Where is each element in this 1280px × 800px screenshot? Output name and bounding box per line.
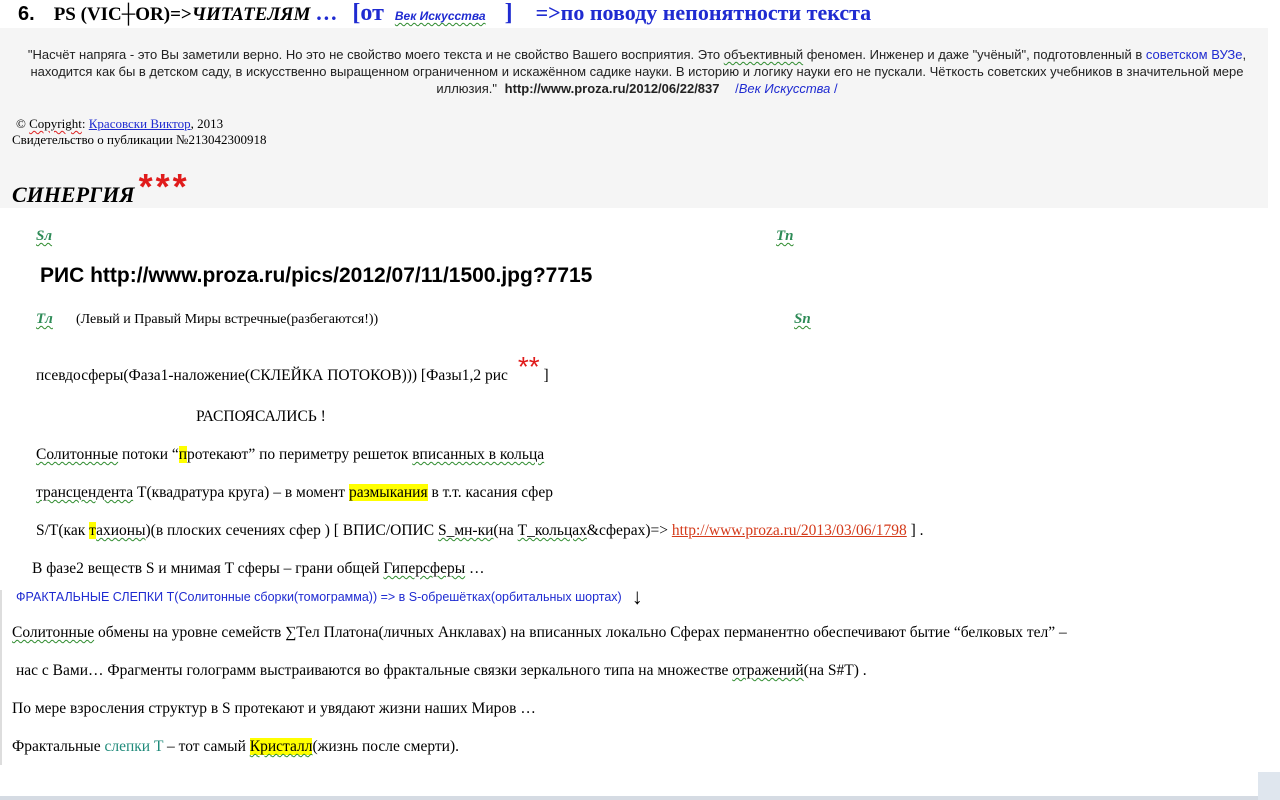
body-line-4: В фазе2 веществ S и мнимая T сферы – гра… <box>32 560 485 578</box>
copyright-line: © Copyright: Красовски Виктор, 2013 <box>16 116 223 132</box>
line2-highlight: размыкания <box>348 484 428 501</box>
quote-objective: объективный <box>723 47 804 62</box>
para4-d: (жизнь после смерти). <box>312 738 460 755</box>
down-arrow-icon: ↓ <box>631 584 643 609</box>
line3-c: )(в плоских сечениях сфер ) [ ВПИС/ОПИС <box>145 522 438 539</box>
line3-g: &сферах)=> <box>586 522 672 539</box>
fractal-text: ФРАКТАЛЬНЫЕ СЛЕПКИ T(Солитонные сборки(т… <box>16 590 622 604</box>
horizontal-scrollbar[interactable] <box>0 796 1280 800</box>
proza-link[interactable]: http://www.proza.ru/2013/03/06/1798 <box>672 522 907 539</box>
quote-source-name[interactable]: Век Искусства <box>739 81 831 96</box>
line3-a: S/T(как <box>36 522 90 539</box>
label-sp: Sп <box>794 311 811 327</box>
para2-b: отражений <box>732 662 804 679</box>
para2-c: (на S#T) . <box>803 662 867 679</box>
para1-a: Солитонные <box>12 624 95 641</box>
fractal-line: ФРАКТАЛЬНЫЕ СЛЕПКИ T(Солитонные сборки(т… <box>16 584 643 610</box>
bottom-area <box>0 765 1280 800</box>
quote-block: "Насчёт напряга - это Вы заметили верно.… <box>22 46 1252 97</box>
para2-a: нас с Вами… Фрагменты голограмм выстраив… <box>16 662 733 679</box>
line1-d: вписанных в кольца <box>412 446 545 463</box>
figure-link[interactable]: РИС http://www.proza.ru/pics/2012/07/11/… <box>40 264 592 288</box>
header-topic: =>по поводу непонятности текста <box>535 0 872 25</box>
label-tl: Tл <box>36 311 53 327</box>
para1-b: обмены на уровне семейств ∑Тел Платона(л… <box>94 624 1067 641</box>
bracket-open: [от <box>352 0 384 26</box>
line3-d: S_мн-ки <box>437 522 494 539</box>
scroll-corner <box>1258 772 1280 800</box>
worlds-caption: (Левый и Правый Миры встречные(разбегают… <box>76 312 379 327</box>
para4-c: – тот самый <box>163 738 250 755</box>
label-tp: Tп <box>776 228 794 244</box>
quote-url[interactable]: http://www.proza.ru/2012/06/22/837 <box>505 81 720 96</box>
pseudo-prefix: псевдосферы(Фаза1-наложение(СКЛЕЙКА ПОТО… <box>36 367 508 384</box>
page-title: СИНЕРГИЯ *** <box>12 166 190 210</box>
line2-c: в т.т. касания сфер <box>427 484 553 501</box>
line2-a: трансцендента <box>36 484 134 501</box>
raspoyasalis-text: РАСПОЯСАЛИСЬ ! <box>196 408 326 425</box>
line3-b: ахионы <box>96 522 146 539</box>
line1-a: Солитонные <box>36 446 119 463</box>
quote-close: " <box>492 81 498 96</box>
cross-symbol: ┼ <box>121 4 136 25</box>
pseudo-suffix: ] <box>543 367 549 384</box>
section-number: 6. <box>18 3 35 25</box>
quote-source-suffix: / <box>830 81 838 96</box>
line4-b: Гиперсферы <box>383 560 466 577</box>
author-link[interactable]: Красовски Виктор <box>89 116 191 131</box>
title-text: СИНЕРГИЯ <box>12 182 135 207</box>
ps-text: PS (VIC <box>53 4 122 25</box>
line3-h: ] . <box>906 522 924 539</box>
pseudo-stars: ** <box>517 351 540 382</box>
paragraph-1: Солитонные обмены на уровне семейств ∑Те… <box>12 624 1067 642</box>
line4-a: В фазе2 веществ S и мнимая T сферы – гра… <box>32 560 384 577</box>
header-line: 6. PS (VIC┼OR)=>ЧИТАТЕЛЯМ … [от Век Иску… <box>18 0 871 28</box>
copyright-colon: : <box>81 116 89 131</box>
copyright-symbol: © <box>16 116 30 131</box>
line2-b: T(квадратура круга) – в момент <box>133 484 349 501</box>
label-sl: Sл <box>36 228 53 244</box>
paragraph-2: нас с Вами… Фрагменты голограмм выстраив… <box>16 662 867 680</box>
soviet-vuz-link[interactable]: советском ВУЗе <box>1146 47 1243 62</box>
bracket-close: ] <box>504 0 513 26</box>
line1-highlight: п <box>178 446 188 463</box>
pseudo-line: псевдосферы(Фаза1-наложение(СКЛЕЙКА ПОТО… <box>36 351 549 394</box>
para4-a: Фрактальные <box>12 738 105 755</box>
header-dots: … <box>315 0 338 25</box>
quote-part1: "Насчёт напряга - это Вы заметили верно.… <box>27 47 724 62</box>
line1-c: ротекают” по периметру решеток <box>187 446 413 463</box>
body-line-1: Солитонные потоки “протекают” по перимет… <box>36 446 544 464</box>
left-margin-line <box>0 590 2 765</box>
para4-highlight: Кристалл <box>249 738 313 755</box>
source-small: Век Искусства <box>394 9 486 23</box>
or-text: OR)=> <box>135 4 192 25</box>
quote-part2: феномен. Инженер и даже "учёный", подгот… <box>803 47 1146 62</box>
readers-text: ЧИТАТЕЛЯМ <box>191 4 311 25</box>
body-line-3: S/T(как тахионы)(в плоских сечениях сфер… <box>36 522 924 540</box>
certificate-line: Свидетельство о публикации №213042300918 <box>12 132 267 147</box>
paragraph-4: Фрактальные слепки T – тот самый Кристал… <box>12 738 459 756</box>
line1-b: потоки “ <box>118 446 179 463</box>
line3-e: (на <box>493 522 518 539</box>
copyright-year: , 2013 <box>190 116 224 131</box>
copyright-word: Copyright <box>29 116 82 131</box>
body-line-2: трансцендента T(квадратура круга) – в мо… <box>36 484 553 502</box>
line4-c: … <box>465 560 485 577</box>
paragraph-3: По мере взросления структур в S протекаю… <box>12 700 536 717</box>
para4-teal: слепки T <box>104 738 164 755</box>
title-stars: *** <box>138 166 190 207</box>
line3-f: T_кольцах <box>517 522 587 539</box>
